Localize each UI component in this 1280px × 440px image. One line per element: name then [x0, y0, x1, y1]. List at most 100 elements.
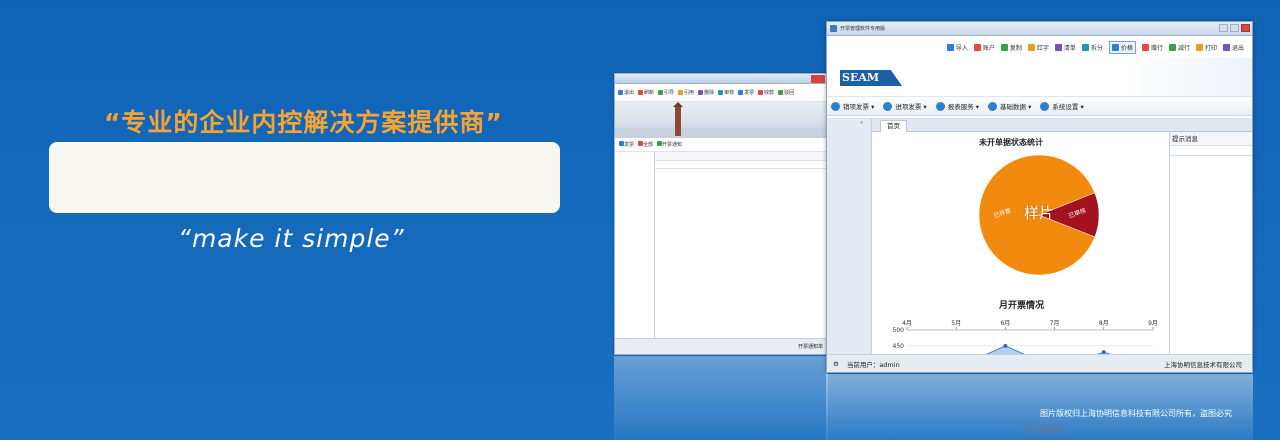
toolbar-label: 驳回 — [784, 90, 795, 96]
toolbar-icon — [1054, 43, 1062, 51]
toolbar-icon — [618, 90, 623, 95]
front-window-titlebar: 开票管理软件专用版 — [827, 22, 1252, 36]
collapse-icon[interactable]: « — [860, 120, 863, 126]
window-title: 开票管理软件专用版 — [840, 26, 886, 32]
menu-item-4[interactable]: 系统设置 ▾ — [1040, 101, 1084, 111]
toolbar-label: 发票 — [744, 90, 755, 96]
x-tick-label: 5月 — [951, 320, 961, 327]
menu-icon — [1040, 101, 1050, 111]
back-toolbar-button-6[interactable]: 发票 — [738, 89, 754, 96]
headline: “专业的企业内控解决方案提供商” — [104, 108, 503, 137]
dashboard: 未开单据状态统计 已审核 已开票 样片 月开票情况 4月 5月 6月 7月 8月 9月 500… — [879, 132, 1169, 369]
front-window-reflection: 月开票情况 — [826, 374, 1253, 440]
back-subtoolbar-button-0[interactable]: 发票 — [619, 141, 634, 148]
front-toolbar-button-4[interactable]: 清单 — [1054, 43, 1076, 52]
copyright-notice: 图片版权归上海协明信息科技有限公司所有，盗图必究 — [1040, 409, 1232, 418]
back-window-titlebar — [615, 74, 827, 84]
toolbar-label: 全部 — [643, 142, 654, 148]
front-toolbar-button-2[interactable]: 复制 — [1000, 43, 1022, 52]
menu-label: 报表服务 ▾ — [947, 103, 980, 111]
menu-item-3[interactable]: 基础数据 ▾ — [988, 101, 1031, 111]
toolbar-label: 引导 — [664, 90, 675, 96]
toolbar-icon — [1195, 43, 1203, 51]
front-toolbar-button-7[interactable]: 赠行 — [1141, 43, 1163, 52]
x-tick-label: 4月 — [902, 320, 912, 327]
menu-item-2[interactable]: 报表服务 ▾ — [935, 101, 980, 111]
toolbar-icon — [638, 90, 644, 95]
toolbar-label: 退出 — [1231, 44, 1244, 52]
toolbar-icon — [1168, 43, 1176, 51]
side-panel: 提示消息 — [1169, 132, 1252, 354]
back-window-subtoolbar: 发票 全部 开票通知 — [615, 138, 827, 152]
toolbar-label: 删除 — [704, 90, 715, 96]
back-subtoolbar-button-2[interactable]: 开票通知 — [657, 141, 682, 148]
back-toolbar-button-0[interactable]: 退出 — [618, 89, 634, 96]
toolbar-label: 开票通知 — [662, 142, 683, 148]
back-toolbar-button-8[interactable]: 驳回 — [778, 89, 794, 96]
menu-item-0[interactable]: 销项发票 ▾ — [831, 101, 874, 111]
toolbar-label: 发票 — [624, 142, 635, 148]
front-toolbar-button-1[interactable]: 账户 — [973, 43, 995, 52]
back-toolbar-button-3[interactable]: 引用 — [678, 89, 694, 96]
menu-icon — [988, 101, 998, 111]
front-toolbar-button-0[interactable]: 导入 — [946, 43, 968, 52]
toolbar-icon — [1111, 43, 1119, 51]
back-toolbar-button-7[interactable]: 收款 — [758, 89, 774, 96]
back-toolbar-button-1[interactable]: 刷新 — [638, 89, 654, 96]
settings-icon[interactable]: ⚙ — [833, 360, 839, 368]
menu-label: 基础数据 ▾ — [1000, 103, 1032, 111]
menu-label: 系统设置 ▾ — [1052, 103, 1084, 111]
toolbar-label: 红字 — [1036, 44, 1049, 52]
toolbar-label: 赠行 — [1150, 44, 1163, 52]
company-name: 上海协明信息技术有限公司 — [1164, 360, 1242, 369]
data-point — [1003, 343, 1008, 348]
back-window: 退出 刷新 引导 引用 删除 审核 发票 收款 驳回 发票 全部 开票通知 开票通知单 — [614, 73, 828, 355]
toolbar-label: 打印 — [1204, 44, 1217, 52]
menu-label: 销项发票 ▾ — [843, 103, 875, 111]
toolbar-label: 收款 — [764, 90, 775, 96]
back-subtoolbar-button-1[interactable]: 全部 — [638, 141, 653, 148]
maximize-icon[interactable] — [1230, 24, 1239, 32]
close-icon[interactable] — [811, 75, 825, 83]
toolbar-label: 复制 — [1009, 44, 1022, 52]
toolbar-label: 账户 — [982, 44, 995, 52]
blank-panel — [49, 142, 560, 213]
front-toolbar-button-5[interactable]: 拆分 — [1081, 43, 1103, 52]
front-toolbar-button-8[interactable]: 减行 — [1168, 43, 1190, 52]
menu-label: 进项发票 ▾ — [895, 103, 927, 111]
back-toolbar-button-4[interactable]: 删除 — [698, 89, 714, 96]
menu-icon — [883, 101, 893, 111]
front-toolbar-button-9[interactable]: 打印 — [1195, 43, 1217, 52]
toolbar-label: 退出 — [624, 90, 635, 96]
back-window-tree-panel — [615, 152, 655, 338]
tab-home[interactable]: 首页 — [880, 120, 907, 132]
front-window-statusbar: ⚙ 当前用户：admin 上海协明信息技术有限公司 — [827, 354, 1252, 372]
back-toolbar-button-2[interactable]: 引导 — [658, 89, 674, 96]
back-toolbar-button-5[interactable]: 审核 — [718, 89, 734, 96]
toolbar-icon — [1027, 43, 1035, 51]
tab-strip: 首页 — [872, 118, 1252, 132]
toolbar-icon — [698, 90, 704, 95]
toolbar-icon — [1222, 43, 1230, 51]
menu-item-1[interactable]: 进项发票 ▾ — [883, 101, 927, 111]
x-tick-label: 6月 — [1000, 320, 1010, 327]
toolbar-icon — [758, 90, 764, 95]
back-window-toolbar: 退出 刷新 引导 引用 删除 审核 发票 收款 驳回 — [615, 84, 827, 102]
front-window-toolbar: 导入 账户 复制 红字 清单 拆分 价格 赠行 减行 打印 退出 — [827, 36, 1252, 58]
y-tick-label: 500 — [893, 327, 905, 334]
toolbar-icon — [678, 90, 684, 95]
front-toolbar-button-6[interactable]: 价格 — [1108, 40, 1136, 54]
seam-logo: SEAM — [840, 70, 902, 86]
minimize-icon[interactable] — [1219, 24, 1228, 32]
front-toolbar-button-10[interactable]: 退出 — [1222, 43, 1244, 52]
y-tick-label: 450 — [893, 343, 905, 350]
reflection-text: 月开票情况 — [1022, 422, 1068, 432]
x-tick-label: 8月 — [1099, 320, 1109, 327]
close-icon[interactable] — [1241, 24, 1250, 32]
main-menu: 销项发票 ▾ 进项发票 ▾ 报表服务 ▾ 基础数据 ▾ 系统设置 ▾ — [827, 96, 1252, 116]
toolbar-icon — [946, 43, 954, 51]
front-toolbar-button-3[interactable]: 红字 — [1027, 43, 1049, 52]
x-tick-label: 7月 — [1050, 320, 1060, 327]
toolbar-icon — [718, 90, 724, 95]
toolbar-icon — [1081, 43, 1089, 51]
